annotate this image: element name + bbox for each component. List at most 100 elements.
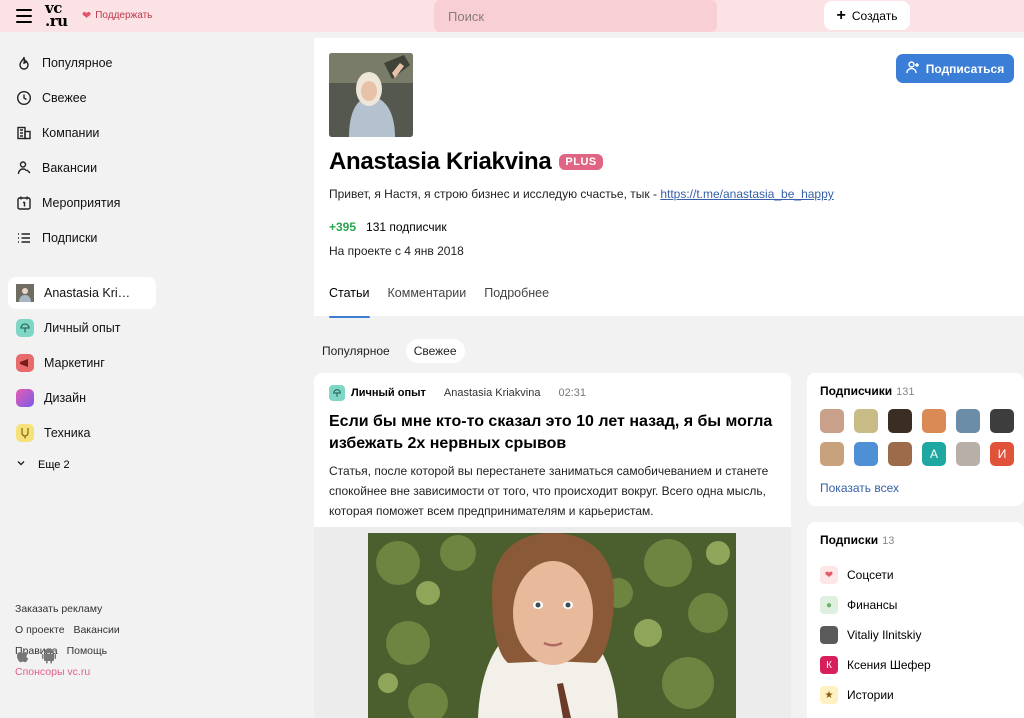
- subscription-label: Истории: [847, 688, 894, 702]
- subscription-icon: ★: [820, 686, 838, 704]
- bio-telegram-link[interactable]: https://t.me/anastasia_be_happy: [660, 187, 833, 201]
- sidebar-item-popular[interactable]: Популярное: [8, 47, 156, 79]
- post-card[interactable]: Личный опыт Anastasia Kriakvina 02:31 Ес…: [314, 373, 791, 718]
- subscriber-avatar[interactable]: [888, 442, 912, 466]
- vc-logo[interactable]: vc .ru: [45, 1, 68, 29]
- subscriptions-widget-title: Подписки 13: [820, 533, 895, 547]
- profile-avatar-icon: [16, 284, 34, 302]
- subscription-item[interactable]: ❤ Соцсети: [820, 560, 931, 590]
- search-input[interactable]: [434, 0, 717, 32]
- sponsors-link[interactable]: Спонсоры vc.ru: [15, 666, 90, 678]
- subscription-icon: ●: [820, 596, 838, 614]
- menu-icon[interactable]: [16, 9, 32, 23]
- subscription-item[interactable]: ● Финансы: [820, 590, 931, 620]
- tech-icon: [16, 424, 34, 442]
- left-sidebar: Популярное Свежее Компании Вакансии Меро…: [0, 38, 170, 718]
- sidebar-item-events[interactable]: Мероприятия: [8, 187, 156, 219]
- subscriber-avatar[interactable]: [956, 442, 980, 466]
- subscription-icon: ❤: [820, 566, 838, 584]
- jobs-link[interactable]: Вакансии: [73, 624, 119, 636]
- sidebar-item-design[interactable]: Дизайн: [8, 382, 156, 414]
- sidebar-item-companies[interactable]: Компании: [8, 117, 156, 149]
- heart-icon: ❤: [82, 10, 92, 22]
- subscriber-avatar[interactable]: А: [922, 442, 946, 466]
- subscriber-avatar[interactable]: [888, 409, 912, 433]
- profile-tabs: Статьи Комментарии Подробнее: [329, 286, 549, 318]
- subscribe-button[interactable]: Подписаться: [896, 54, 1014, 83]
- help-link[interactable]: Помощь: [67, 645, 108, 657]
- subscription-item[interactable]: ★ Истории: [820, 680, 931, 710]
- sidebar-item-marketing[interactable]: Маркетинг: [8, 347, 156, 379]
- ads-link[interactable]: Заказать рекламу: [15, 603, 102, 615]
- about-link[interactable]: О проекте: [15, 624, 65, 636]
- subscription-label: Финансы: [847, 598, 898, 612]
- karma-value: +395: [329, 220, 357, 234]
- filter-popular[interactable]: Популярное: [314, 339, 398, 363]
- show-all-subscribers-link[interactable]: Показать всех: [820, 481, 899, 495]
- feed-filters: Популярное Свежее: [314, 339, 465, 363]
- profile-card: Подписаться Anastasia Kriakvina PLUS При…: [314, 38, 1024, 318]
- chevron-down-icon: [16, 458, 26, 471]
- subscription-item[interactable]: К Ксения Шефер: [820, 650, 931, 680]
- post-photo[interactable]: [368, 533, 736, 718]
- subscription-item[interactable]: Vitaliy Ilnitskiy: [820, 620, 931, 650]
- plus-badge: PLUS: [559, 154, 603, 170]
- post-category[interactable]: Личный опыт: [351, 387, 426, 399]
- sidebar-item-tech[interactable]: Техника: [8, 417, 156, 449]
- tab-articles[interactable]: Статьи: [329, 286, 370, 318]
- building-icon: [16, 125, 32, 141]
- design-icon: [16, 389, 34, 407]
- create-button[interactable]: + Создать: [824, 1, 910, 30]
- subscription-icon: [820, 626, 838, 644]
- tab-comments[interactable]: Комментарии: [388, 286, 467, 308]
- app-links: [16, 648, 56, 667]
- subscriptions-widget: Подписки 13 ❤ Соцсети ● Финансы Vitaliy Ilnit…: [807, 522, 1024, 718]
- sidebar-item-profile[interactable]: Anastasia Kri…: [8, 277, 156, 309]
- subscriber-avatar[interactable]: [956, 409, 980, 433]
- subscribers-avatars: АИ: [820, 409, 1014, 466]
- profile-bio: Привет, я Настя, я строю бизнес и исслед…: [329, 187, 834, 201]
- profile-stats: +395 131 подписчик: [329, 220, 447, 234]
- support-link[interactable]: ❤ Поддержать: [82, 9, 152, 22]
- subscribers-widget: Подписчики 131 АИ Показать всех: [807, 373, 1024, 506]
- filter-fresh[interactable]: Свежее: [405, 339, 465, 363]
- footer-links-row-1: Заказать рекламу: [15, 603, 108, 615]
- personal-experience-icon: [329, 385, 345, 401]
- sidebar-more-button[interactable]: Еще 2: [16, 458, 70, 471]
- sidebar-item-fresh[interactable]: Свежее: [8, 82, 156, 114]
- post-author[interactable]: Anastasia Kriakvina: [444, 387, 541, 399]
- profile-avatar[interactable]: [329, 53, 413, 137]
- plus-icon: +: [836, 6, 846, 24]
- post-title[interactable]: Если бы мне кто-то сказал это 10 лет наз…: [329, 411, 779, 455]
- personal-experience-icon: [16, 319, 34, 337]
- sidebar-item-subscriptions[interactable]: Подписки: [8, 222, 156, 254]
- subscriber-avatar[interactable]: [820, 442, 844, 466]
- subscriber-avatar[interactable]: [854, 442, 878, 466]
- post-excerpt: Статья, после которой вы перестанете зан…: [329, 464, 769, 518]
- sidebar-item-personal-experience[interactable]: Личный опыт: [8, 312, 156, 344]
- top-header: vc .ru ❤ Поддержать + Создать: [0, 0, 1024, 32]
- subscriber-avatar[interactable]: [820, 409, 844, 433]
- sidebar-item-jobs[interactable]: Вакансии: [8, 152, 156, 184]
- subscriber-avatar[interactable]: [922, 409, 946, 433]
- subscribers-widget-title: Подписчики 131: [820, 384, 915, 398]
- subscriptions-list: ❤ Соцсети ● Финансы Vitaliy Ilnitskiy К Ксения…: [820, 560, 931, 710]
- member-since: На проекте с 4 янв 2018: [329, 244, 464, 258]
- fire-icon: [16, 55, 32, 71]
- footer-links-row-2: О проекте Вакансии: [15, 624, 126, 636]
- post-time: 02:31: [558, 387, 587, 399]
- profile-name: Anastasia Kriakvina PLUS: [329, 148, 603, 176]
- footer-links-row-4: Спонсоры vc.ru: [15, 666, 96, 678]
- post-image-area: [314, 527, 791, 718]
- subscriber-avatar[interactable]: [854, 409, 878, 433]
- tab-details[interactable]: Подробнее: [484, 286, 549, 308]
- subscriber-avatar[interactable]: И: [990, 442, 1014, 466]
- add-user-icon: [906, 60, 920, 77]
- clock-icon: [16, 90, 32, 106]
- subscribers-count[interactable]: 131 подписчик: [366, 220, 447, 234]
- apple-icon[interactable]: [16, 648, 30, 667]
- list-icon: [16, 230, 32, 246]
- subscriber-avatar[interactable]: [990, 409, 1014, 433]
- subscription-label: Соцсети: [847, 568, 894, 582]
- android-icon[interactable]: [42, 648, 56, 667]
